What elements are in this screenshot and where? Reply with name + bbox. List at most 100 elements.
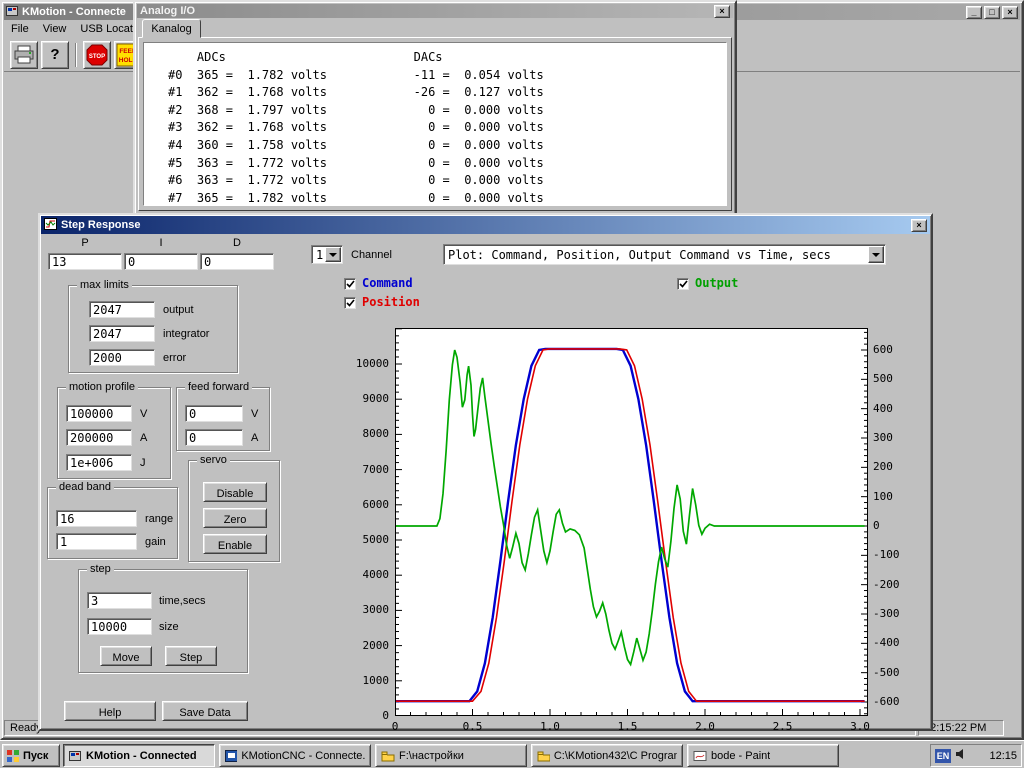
axis-tick-label: 400 [873,402,893,415]
chart-plot-area [395,328,868,716]
task-paint[interactable]: bode - Paint [687,744,839,767]
folder-icon [381,750,395,762]
adc-row-3: #3 362 = 1.768 volts 0 = 0.000 volts [168,119,726,137]
step-size-field[interactable]: 10000 [87,618,152,635]
velocity-field[interactable]: 100000 [66,405,132,422]
max-output-field[interactable]: 2047 [89,301,155,318]
max-error-field[interactable]: 2000 [89,349,155,366]
help-button[interactable]: ? [41,41,69,69]
axis-tick-label: -100 [873,548,900,561]
axis-tick-label: -200 [873,578,900,591]
kmotioncnc-task-icon [225,750,237,762]
max-limits-legend: max limits [77,279,132,291]
jerk-label: J [140,457,146,469]
plot-dropdown-arrow-icon[interactable] [868,246,884,263]
start-button[interactable]: Пуск [2,744,60,767]
range-field[interactable]: 16 [56,510,137,527]
menu-view[interactable]: View [36,21,74,37]
plot-combo[interactable]: Plot: Command, Position, Output Command … [443,244,886,265]
channel-value: 1 [316,248,323,262]
help-dialog-button[interactable]: Help [64,701,156,721]
position-checkbox[interactable] [344,297,356,309]
dialog-titlebar[interactable]: Step Response × [41,216,930,234]
adc-row-1: #1 362 = 1.768 volts -26 = 0.127 volts [168,84,726,102]
task-kmotioncnc[interactable]: KMotionCNC - Connecte... [219,744,371,767]
task-label: bode - Paint [711,750,770,762]
axis-tick-label: -500 [873,666,900,679]
i-field[interactable]: 0 [124,253,198,270]
servo-group: servo Disable Zero Enable [188,460,280,562]
task-label: C:\KMotion432\C Programs [554,750,677,762]
jerk-field[interactable]: 1e+006 [66,454,132,471]
tab-kanalog[interactable]: Kanalog [142,19,201,38]
close-button[interactable]: × [1002,6,1018,19]
dialog-close-button[interactable]: × [911,219,927,232]
max-integrator-field[interactable]: 2047 [89,325,155,342]
move-button[interactable]: Move [100,646,152,666]
toolbar-separator [75,43,77,67]
axis-tick-label: 8000 [363,427,390,440]
step-time-field[interactable]: 3 [87,592,152,609]
zero-button[interactable]: Zero [203,508,267,528]
command-checkbox[interactable] [344,278,356,290]
axis-tick-label: 1000 [363,674,390,687]
adc-dac-header: ADCs DACs [168,49,726,67]
adc-row-5: #5 363 = 1.772 volts 0 = 0.000 volts [168,155,726,173]
axis-tick-label: 1.5 [618,720,638,733]
task-folder-nastroyki[interactable]: F:\настройки [375,744,527,767]
step-response-dialog: Step Response × P I D 13 0 0 max limits … [38,213,933,731]
range-label: range [145,513,173,525]
channel-label: Channel [351,249,392,261]
output-checkbox[interactable] [677,278,689,290]
d-field[interactable]: 0 [200,253,274,270]
tray-clock: 12:15 [989,750,1017,762]
save-data-button[interactable]: Save Data [162,701,248,721]
acceleration-field[interactable]: 200000 [66,429,132,446]
gain-label: gain [145,536,166,548]
axis-tick-label: 0 [392,720,399,733]
chart-right-axis-labels: 6005004003002001000-100-200-300-400-500-… [873,321,918,733]
maximize-button[interactable]: □ [984,6,1000,19]
adc-row-2: #2 368 = 1.797 volts 0 = 0.000 volts [168,102,726,120]
minimize-button[interactable]: _ [966,6,982,19]
task-kmotion[interactable]: KMotion - Connected [63,744,215,767]
analog-close-button[interactable]: × [714,5,730,18]
system-tray: EN 12:15 [930,744,1022,767]
volume-icon[interactable] [955,747,967,765]
position-checkbox-label: Position [362,295,420,309]
analog-title: Analog I/O [140,5,195,17]
channel-combo[interactable]: 1 [311,245,343,264]
axis-tick-label: 2.5 [773,720,793,733]
disable-button[interactable]: Disable [203,482,267,502]
channel-dropdown-arrow-icon[interactable] [325,247,341,262]
dead-band-group: dead band 16 range 1 gain [47,487,178,559]
analog-titlebar[interactable]: Analog I/O × [137,4,733,18]
ff-acceleration-label: A [251,432,258,444]
step-time-label: time,secs [159,595,205,607]
command-checkbox-label: Command [362,276,413,290]
printer-icon [13,45,35,65]
velocity-label: V [140,408,147,420]
axis-tick-label: 3.0 [850,720,870,733]
kmotion-title: KMotion - Connecte [22,6,126,18]
print-button[interactable] [10,41,38,69]
language-indicator[interactable]: EN [935,749,951,763]
stop-button[interactable]: STOP [83,41,111,69]
ff-velocity-field[interactable]: 0 [185,405,243,422]
i-label: I [124,237,198,249]
p-field[interactable]: 13 [48,253,122,270]
adc-row-7: #7 365 = 1.782 volts 0 = 0.000 volts [168,190,726,206]
task-folder-kmotion432[interactable]: C:\KMotion432\C Programs [531,744,683,767]
axis-tick-label: 9000 [363,392,390,405]
check-icon [346,299,355,308]
enable-button[interactable]: Enable [203,534,267,554]
step-button[interactable]: Step [165,646,217,666]
gain-field[interactable]: 1 [56,533,137,550]
ff-acceleration-field[interactable]: 0 [185,429,243,446]
task-label: KMotionCNC - Connecte... [241,750,365,762]
kmotion-app-icon [6,5,18,20]
feed-forward-group: feed forward 0 V 0 A [176,387,270,451]
menu-file[interactable]: File [4,21,36,37]
stop-icon: STOP [85,43,109,67]
analog-readings: ADCs DACs #0 365 = 1.782 volts -11 = 0.0… [143,42,727,206]
